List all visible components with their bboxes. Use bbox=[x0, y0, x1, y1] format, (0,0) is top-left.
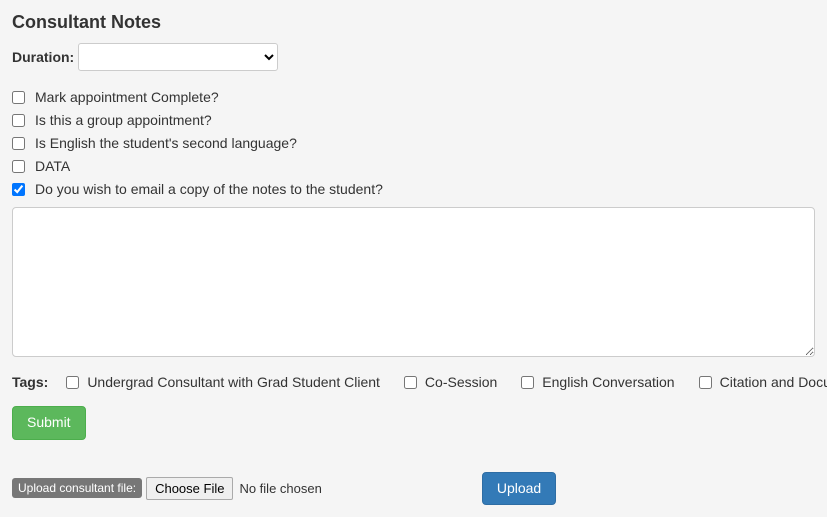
checkbox-group-appointment[interactable] bbox=[12, 114, 25, 127]
duration-row: Duration: bbox=[12, 43, 815, 71]
tag-label: English Conversation bbox=[542, 374, 674, 390]
submit-button[interactable]: Submit bbox=[12, 406, 86, 440]
tag-english-conversation: English Conversation bbox=[521, 374, 674, 390]
option-mark-complete: Mark appointment Complete? bbox=[12, 89, 815, 105]
option-label: Mark appointment Complete? bbox=[35, 89, 219, 105]
checkbox-tag-citation[interactable] bbox=[699, 376, 712, 389]
tag-citation: Citation and Documentation bbox=[699, 374, 827, 390]
file-input: Choose File No file chosen bbox=[146, 477, 322, 500]
upload-label: Upload consultant file: bbox=[12, 478, 142, 498]
checkbox-data[interactable] bbox=[12, 160, 25, 173]
option-label: DATA bbox=[35, 158, 70, 174]
tag-label: Co-Session bbox=[425, 374, 497, 390]
tags-label: Tags: bbox=[12, 374, 48, 390]
checkbox-mark-complete[interactable] bbox=[12, 91, 25, 104]
checkbox-email-notes[interactable] bbox=[12, 183, 25, 196]
upload-button[interactable]: Upload bbox=[482, 472, 556, 506]
upload-row: Upload consultant file: Choose File No f… bbox=[12, 472, 815, 506]
tag-undergrad: Undergrad Consultant with Grad Student C… bbox=[66, 374, 380, 390]
checkbox-tag-english-conversation[interactable] bbox=[521, 376, 534, 389]
duration-label: Duration: bbox=[12, 49, 74, 65]
notes-textarea[interactable] bbox=[12, 207, 815, 357]
option-label: Do you wish to email a copy of the notes… bbox=[35, 181, 383, 197]
option-esl: Is English the student's second language… bbox=[12, 135, 815, 151]
option-data: DATA bbox=[12, 158, 815, 174]
file-status: No file chosen bbox=[239, 481, 321, 496]
option-label: Is English the student's second language… bbox=[35, 135, 297, 151]
option-group-appointment: Is this a group appointment? bbox=[12, 112, 815, 128]
option-email-notes: Do you wish to email a copy of the notes… bbox=[12, 181, 815, 197]
checkbox-esl[interactable] bbox=[12, 137, 25, 150]
option-label: Is this a group appointment? bbox=[35, 112, 212, 128]
tags-row: Tags: Undergrad Consultant with Grad Stu… bbox=[12, 374, 815, 390]
tag-label: Undergrad Consultant with Grad Student C… bbox=[87, 374, 380, 390]
tag-co-session: Co-Session bbox=[404, 374, 497, 390]
checkbox-tag-undergrad[interactable] bbox=[66, 376, 79, 389]
checkbox-tag-co-session[interactable] bbox=[404, 376, 417, 389]
tag-label: Citation and Documentation bbox=[720, 374, 827, 390]
options-list: Mark appointment Complete? Is this a gro… bbox=[12, 89, 815, 197]
page-title: Consultant Notes bbox=[12, 12, 815, 33]
choose-file-button[interactable]: Choose File bbox=[146, 477, 233, 500]
duration-select[interactable] bbox=[78, 43, 278, 71]
